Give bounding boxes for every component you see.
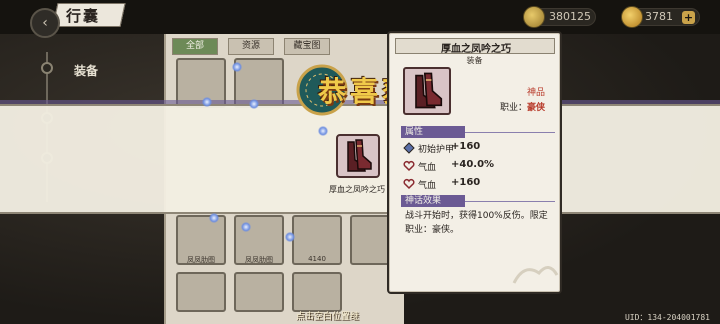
tab-treasure-map[interactable]: 藏宝图	[284, 38, 330, 55]
item-tooltip: 厚血之凤吟之巧 装备 神品 职业：豪侠 属性 初始护甲 +160 气血 +40.…	[387, 31, 562, 294]
game-screen: 行囊 ‹ 380125 3781 + 装备 全部 资源 藏宝图 凤凤肋图 凤凤肋…	[0, 0, 720, 324]
reward-item-slot[interactable]	[336, 134, 380, 178]
tab-all[interactable]: 全部	[172, 38, 218, 55]
cloud-ornament	[512, 266, 559, 284]
back-arrow-icon: ‹	[42, 15, 48, 31]
heart-icon	[403, 160, 415, 172]
item-class: 职业：豪侠	[500, 100, 545, 113]
stat-label: 气血	[418, 181, 437, 191]
ingot-icon	[621, 6, 643, 28]
inventory-slot[interactable]	[292, 272, 342, 312]
currency-silver-value: 380125	[549, 10, 591, 23]
item-class-label: 职业：	[499, 103, 527, 113]
stat-value: +160	[451, 177, 481, 188]
slot-label: 凤凤肋图	[187, 256, 215, 264]
sparkle-effect	[202, 97, 212, 107]
item-icon-slot	[403, 67, 451, 115]
item-name: 厚血之凤吟之巧	[441, 44, 511, 55]
stat-label: 气血	[418, 163, 437, 173]
item-class-value: 豪侠	[526, 103, 545, 113]
heart-icon	[403, 178, 415, 190]
tap-to-continue-hint[interactable]: 点击空白位置继	[296, 309, 359, 322]
sparkle-effect	[241, 222, 251, 232]
divider	[465, 201, 555, 202]
back-button[interactable]: ‹	[30, 8, 60, 38]
boots-icon	[347, 139, 372, 172]
item-type: 装备	[466, 56, 483, 65]
stat-label: 初始护甲	[418, 145, 455, 155]
stat-value: +160	[451, 141, 481, 152]
sparkle-effect	[285, 232, 295, 242]
item-name-bar: 厚血之凤吟之巧	[395, 38, 555, 55]
slot-label: 4140	[308, 255, 326, 263]
reward-item-name: 厚血之凤吟之巧	[329, 185, 385, 194]
slot-label: 凤凤肋图	[245, 256, 273, 264]
mythic-effect-header: 神话效果	[401, 195, 465, 207]
stat-value: +40.0%	[451, 159, 495, 170]
currency-gold-value: 3781	[645, 10, 673, 23]
currency-gold: 3781 +	[621, 6, 700, 28]
stat-row: 气血 +40.0%	[403, 159, 553, 174]
stat-row: 气血 +160	[403, 177, 553, 192]
sparkle-effect	[318, 126, 328, 136]
boots-icon	[415, 72, 443, 109]
stat-row: 初始护甲 +160	[403, 141, 553, 156]
user-id: UID：134-204001781	[624, 313, 710, 322]
item-quality: 神品	[526, 88, 545, 98]
coin-icon	[523, 6, 545, 28]
add-currency-button[interactable]: +	[682, 11, 695, 24]
armor-icon	[403, 142, 415, 154]
divider	[465, 132, 555, 133]
attributes-header: 属性	[401, 126, 465, 138]
page-title: 行囊	[66, 7, 101, 25]
sparkle-effect	[232, 62, 242, 72]
menu-item-equipment[interactable]: 装备	[74, 62, 98, 79]
sparkle-effect	[209, 213, 219, 223]
mythic-effect-text: 战斗开始时，获得100%反伤。限定职业：豪侠。	[405, 211, 548, 235]
tab-resources[interactable]: 资源	[228, 38, 274, 55]
sparkle-effect	[249, 99, 259, 109]
menu-dot[interactable]	[41, 62, 53, 74]
currency-silver: 380125	[523, 6, 596, 28]
inventory-slot[interactable]	[176, 272, 226, 312]
inventory-slot[interactable]	[234, 272, 284, 312]
